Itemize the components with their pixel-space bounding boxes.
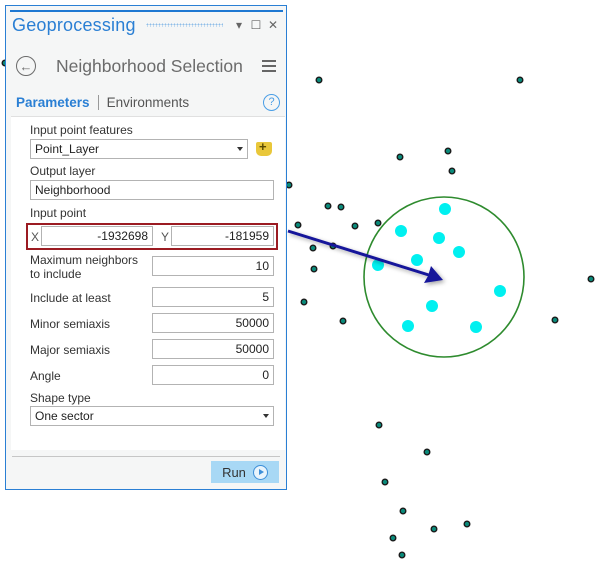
tool-title: Neighborhood Selection <box>56 55 243 76</box>
y-coordinate-input[interactable]: -181959 <box>171 226 274 246</box>
tab-divider <box>97 94 99 110</box>
selected-map-point <box>470 321 482 333</box>
input-features-label: Input point features <box>30 123 133 137</box>
tool-tabs: Parameters Environments ? <box>16 92 280 112</box>
map-point <box>324 202 332 210</box>
selected-points-layer <box>372 203 506 333</box>
map-point <box>430 525 438 533</box>
major-semiaxis-label: Major semiaxis <box>30 343 111 357</box>
back-arrow-icon[interactable]: ← <box>16 56 36 76</box>
map-point <box>339 317 347 325</box>
shape-type-value: One sector <box>35 409 94 423</box>
map-point <box>423 448 431 456</box>
tab-environments[interactable]: Environments <box>107 95 190 110</box>
map-point <box>587 275 595 283</box>
selected-map-point <box>402 320 414 332</box>
major-semiaxis-input[interactable]: 50000 <box>152 339 274 359</box>
map-point <box>516 76 524 84</box>
map-point <box>351 222 359 230</box>
include-at-least-label: Include at least <box>30 291 111 305</box>
max-neighbors-label: Maximum neighbors to include <box>30 253 138 281</box>
input-features-dropdown[interactable]: Point_Layer <box>30 139 248 159</box>
map-point <box>375 421 383 429</box>
play-icon <box>252 464 268 480</box>
map-point <box>399 507 407 515</box>
selected-map-point <box>439 203 451 215</box>
map-point <box>551 316 559 324</box>
selected-map-point <box>494 285 506 297</box>
help-icon[interactable]: ? <box>263 93 280 111</box>
angle-input[interactable]: 0 <box>152 365 274 385</box>
max-neighbors-input[interactable]: 10 <box>152 256 274 276</box>
angle-label: Angle <box>30 369 61 383</box>
x-label: X <box>31 230 40 244</box>
selected-map-point <box>411 254 423 266</box>
pane-title-bar[interactable]: Geoprocessing ▾ ☐ ✕ <box>12 12 280 38</box>
minor-semiaxis-input[interactable]: 50000 <box>152 313 274 333</box>
hamburger-menu-icon[interactable] <box>262 59 276 73</box>
map-point <box>463 520 471 528</box>
run-button[interactable]: Run <box>211 461 279 483</box>
minor-semiaxis-label: Minor semiaxis <box>30 317 111 331</box>
include-at-least-input[interactable]: 5 <box>152 287 274 307</box>
run-label: Run <box>222 464 246 480</box>
map-point <box>381 478 389 486</box>
map-point <box>448 167 456 175</box>
map-point <box>396 153 404 161</box>
maximize-icon[interactable]: ☐ <box>249 18 263 32</box>
map-point <box>315 76 323 84</box>
add-layer-folder-icon[interactable] <box>256 139 272 156</box>
selected-map-point <box>433 232 445 244</box>
map-point <box>300 298 308 306</box>
output-layer-label: Output layer <box>30 164 96 178</box>
map-point <box>337 203 345 211</box>
footer-divider <box>12 456 280 457</box>
close-icon[interactable]: ✕ <box>266 18 280 32</box>
drag-grip[interactable] <box>145 23 223 27</box>
y-label: Y <box>161 230 170 244</box>
selected-map-point <box>395 225 407 237</box>
tab-parameters[interactable]: Parameters <box>16 95 90 110</box>
output-layer-input[interactable]: Neighborhood <box>30 180 274 200</box>
chevron-down-icon <box>237 147 243 151</box>
map-point <box>398 551 406 559</box>
geoprocessing-pane: Geoprocessing ▾ ☐ ✕ ← Neighborhood Selec… <box>5 5 287 490</box>
map-point <box>285 181 293 189</box>
neighborhood-circle <box>363 196 525 358</box>
pane-title: Geoprocessing <box>12 14 136 35</box>
input-point-label: Input point <box>30 206 87 220</box>
pane-options-dropdown-icon[interactable]: ▾ <box>232 18 246 32</box>
selected-map-point <box>426 300 438 312</box>
map-point <box>389 534 397 542</box>
max-neighbors-label-line2: to include <box>30 267 82 281</box>
tool-header: ← Neighborhood Selection <box>12 52 280 80</box>
input-features-value: Point_Layer <box>35 142 100 156</box>
shape-type-label: Shape type <box>30 391 91 405</box>
x-coordinate-input[interactable]: -1932698 <box>41 226 153 246</box>
selected-map-point <box>453 246 465 258</box>
shape-type-dropdown[interactable]: One sector <box>30 406 274 426</box>
map-point <box>310 265 318 273</box>
map-point <box>444 147 452 155</box>
map-point <box>374 219 382 227</box>
chevron-down-icon <box>263 414 269 418</box>
parameters-form: Input point features Point_Layer Output … <box>11 116 285 450</box>
max-neighbors-label-line1: Maximum neighbors <box>30 253 139 267</box>
map-point <box>309 244 317 252</box>
map-point <box>294 221 302 229</box>
